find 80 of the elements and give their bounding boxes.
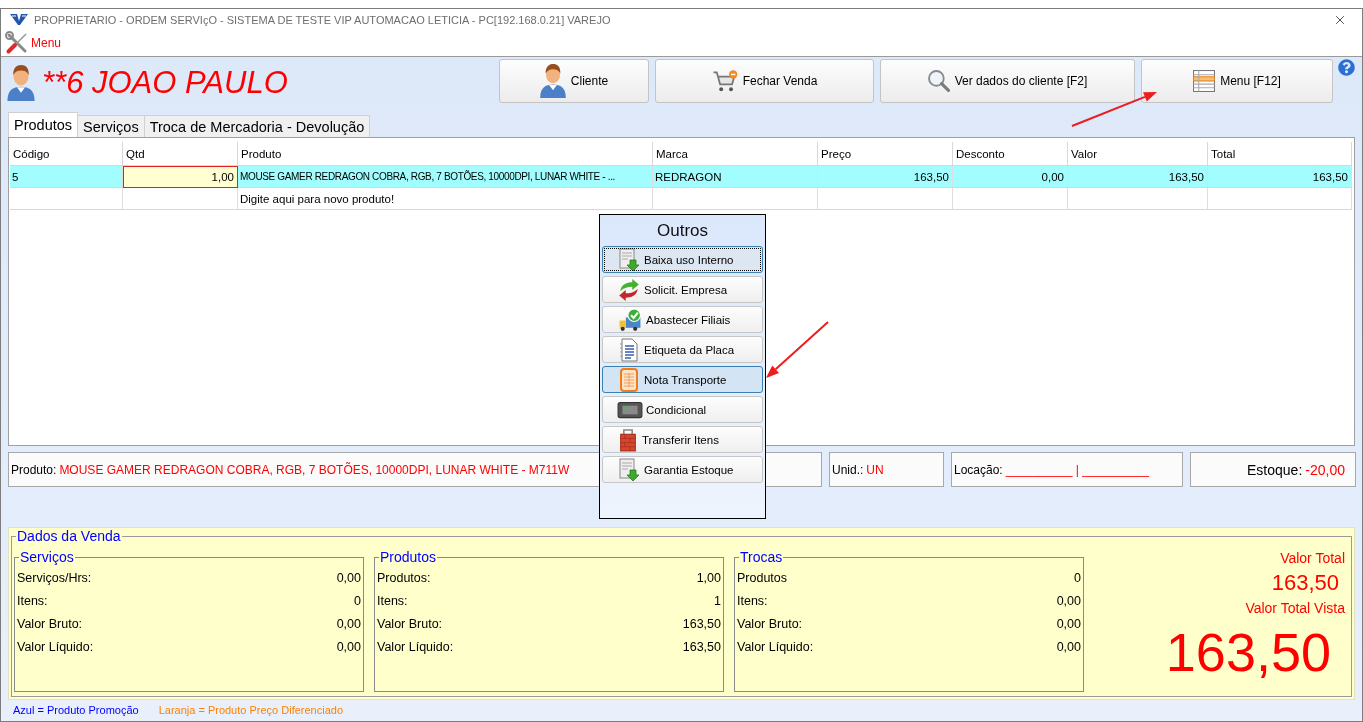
field-label: Locação: [954, 462, 1003, 477]
summary-label: Produtos [737, 570, 788, 585]
tab[interactable]: Produtos [8, 112, 79, 137]
bag-icon [617, 427, 639, 452]
summary-label: Produtos: [377, 570, 431, 585]
popup-title: Outros [657, 219, 708, 242]
search-icon [927, 70, 950, 92]
toolbar-button[interactable]: Cliente [499, 59, 649, 103]
field-value: MOUSE GAMER REDRAGON COBRA, RGB, 7 BOTÕES, 10000DPI, LUNAR WHITE - M711W [59, 462, 570, 477]
input-field[interactable]: 1,00 [123, 166, 238, 188]
menu-button[interactable]: Menu [5, 31, 62, 55]
summary-label: Valor Líquido: [377, 639, 454, 654]
summary-value: 1,00 [696, 570, 721, 585]
summary-value: 0,00 [1056, 616, 1081, 631]
group-title: Produtos [379, 549, 438, 565]
cart-icon [711, 69, 738, 93]
summary-label: Valor Bruto: [377, 616, 443, 631]
total-value: 163,50 [1165, 622, 1331, 682]
popup-menu-item[interactable]: Solicit. Empresa [602, 276, 763, 303]
total-value: 163,50 [1271, 570, 1339, 596]
document-down-arrow-icon [617, 247, 641, 272]
toolbar-button[interactable]: Ver dados do cliente [F2] [880, 59, 1135, 103]
tab[interactable]: Serviços [77, 115, 145, 137]
annotation-arrow [766, 321, 829, 378]
tab[interactable]: Troca de Mercadoria - Devolução [143, 115, 371, 137]
popup-menu-item[interactable]: Condicional [602, 396, 763, 423]
new-product-row[interactable]: Digite aqui para novo produto! [10, 188, 1352, 210]
summary-value: 163,50 [682, 639, 721, 654]
summary-label: Valor Bruto: [737, 616, 803, 631]
curved-arrows-icon [617, 277, 641, 302]
person-icon [539, 64, 566, 98]
group-title: Serviços [19, 549, 75, 565]
summary-value: 0,00 [1056, 639, 1081, 654]
document-lines-icon [617, 337, 641, 362]
summary-value: 0 [1074, 570, 1081, 585]
table-row[interactable]: 5 1,00 MOUSE GAMER REDRAGON COBRA, RGB, 7 BOTÕES, 10000DPI, LUNAR WHITE - ... REDRAGON 163,50 0,00 163,50 163,50 [10, 166, 1352, 188]
group-title: Trocas [739, 549, 784, 565]
summary-label: Valor Líquido: [17, 639, 94, 654]
document-down-arrow-icon [617, 457, 641, 482]
summary-label: Serviços/Hrs: [17, 570, 92, 585]
popup-menu-item[interactable]: Etiqueta da Placa [602, 336, 763, 363]
toolbar-button[interactable]: Menu [F12] [1141, 59, 1333, 103]
summary-value: 0,00 [1056, 593, 1081, 608]
new-row-hint[interactable]: Digite aqui para novo produto! [238, 188, 653, 210]
summary-value: 0,00 [336, 639, 361, 654]
total-label: Valor Total Vista [1245, 600, 1345, 616]
form-document-icon [617, 367, 641, 392]
field-value: -20,00 [1305, 461, 1345, 478]
person-icon [6, 65, 36, 101]
popup-menu-item[interactable]: Baixa uso Interno [602, 246, 763, 273]
summary-label: Itens: [17, 593, 48, 608]
popup-menu-item[interactable]: Transferir Itens [602, 426, 763, 453]
summary-label: Itens: [377, 593, 408, 608]
popup-menu-item[interactable]: Nota Transporte [602, 366, 763, 393]
summary-label: Valor Bruto: [17, 616, 83, 631]
customer-name: **6 JOAO PAULO [42, 65, 288, 101]
color-legend-text: Laranja = Produto Preço Diferenciado [158, 704, 344, 716]
popup-menu-item[interactable]: Abastecer Filiais [602, 306, 763, 333]
field-label: Unid.: [832, 462, 864, 477]
summary-value: 1 [714, 593, 721, 608]
summary-value: 0 [354, 593, 361, 608]
summary-value: 0,00 [336, 616, 361, 631]
summary-value: 163,50 [682, 616, 721, 631]
section-title: Dados da Venda [16, 528, 122, 544]
app-logo-icon [9, 13, 29, 26]
summary-value: 0,00 [336, 570, 361, 585]
popup-menu-item[interactable]: Garantia Estoque [602, 456, 763, 483]
summary-label: Itens: [737, 593, 768, 608]
total-label: Valor Total [1280, 550, 1345, 566]
summary-label: Valor Líquido: [737, 639, 814, 654]
toolbar-button[interactable]: Fechar Venda [655, 59, 874, 103]
field-label: Produto: [11, 462, 57, 477]
window-title: PROPRIETARIO - ORDEM SERVIçO - SISTEMA DE TESTE VIP AUTOMACAO LETICIA - PC[192.168.0.21] VAREJO [34, 13, 611, 26]
field-value: __________ | __________ [1005, 462, 1149, 477]
field-value: UN [866, 462, 884, 477]
color-legend-text: Azul = Produto Promoção [13, 704, 139, 716]
field-label: Estoque: [1247, 461, 1303, 478]
truck-check-icon [617, 307, 643, 332]
table-icon [1193, 70, 1216, 92]
help-icon[interactable] [1338, 59, 1355, 76]
